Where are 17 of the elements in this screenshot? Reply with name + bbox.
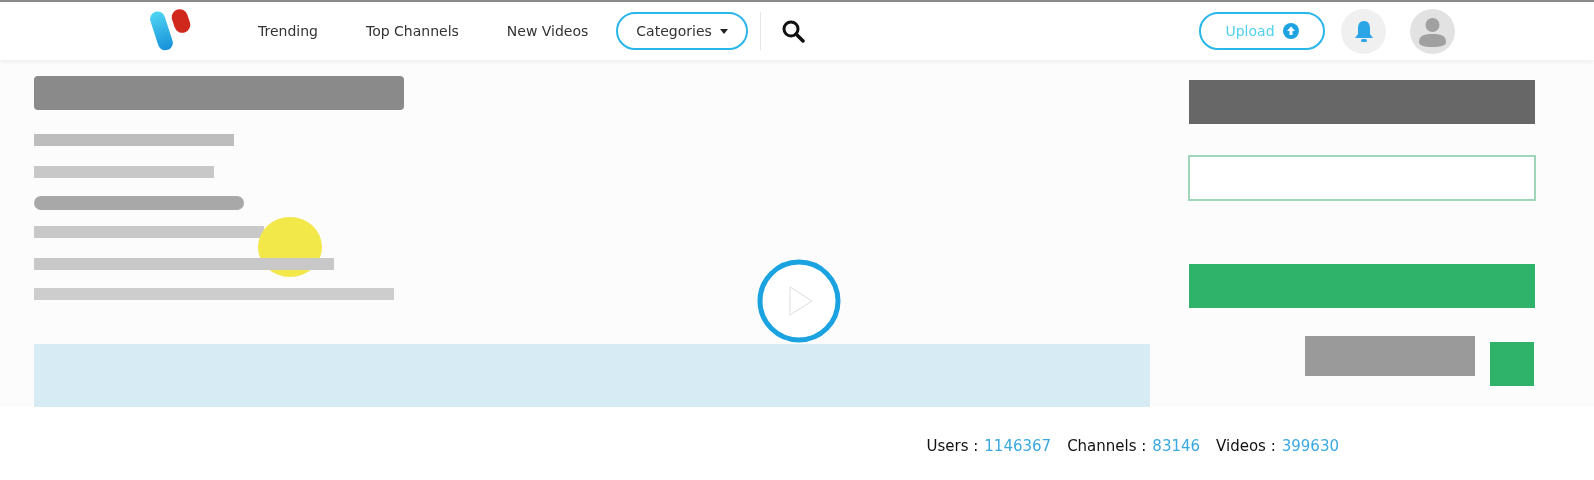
stat-label: Users :	[926, 437, 979, 455]
upload-icon	[1282, 23, 1299, 39]
caret-icon	[719, 28, 728, 34]
stat-label: Channels :	[1067, 437, 1147, 455]
nav-link[interactable]: Trending	[234, 23, 342, 39]
play-icon[interactable]	[756, 258, 842, 344]
categories-dropdown[interactable]: Categories	[616, 12, 748, 50]
stat-label: Videos :	[1216, 437, 1276, 455]
stat-value: 1146367	[984, 437, 1052, 455]
stat-value: 399630	[1281, 437, 1339, 455]
bell-icon	[1352, 19, 1375, 43]
avatar-icon[interactable]	[1410, 8, 1455, 54]
nav-link[interactable]: New Videos	[482, 23, 613, 39]
stat-value: 83146	[1152, 437, 1201, 455]
notification-button[interactable]	[1341, 8, 1386, 54]
search-icon[interactable]	[780, 19, 805, 43]
nav-link[interactable]: Top Channels	[341, 23, 483, 39]
